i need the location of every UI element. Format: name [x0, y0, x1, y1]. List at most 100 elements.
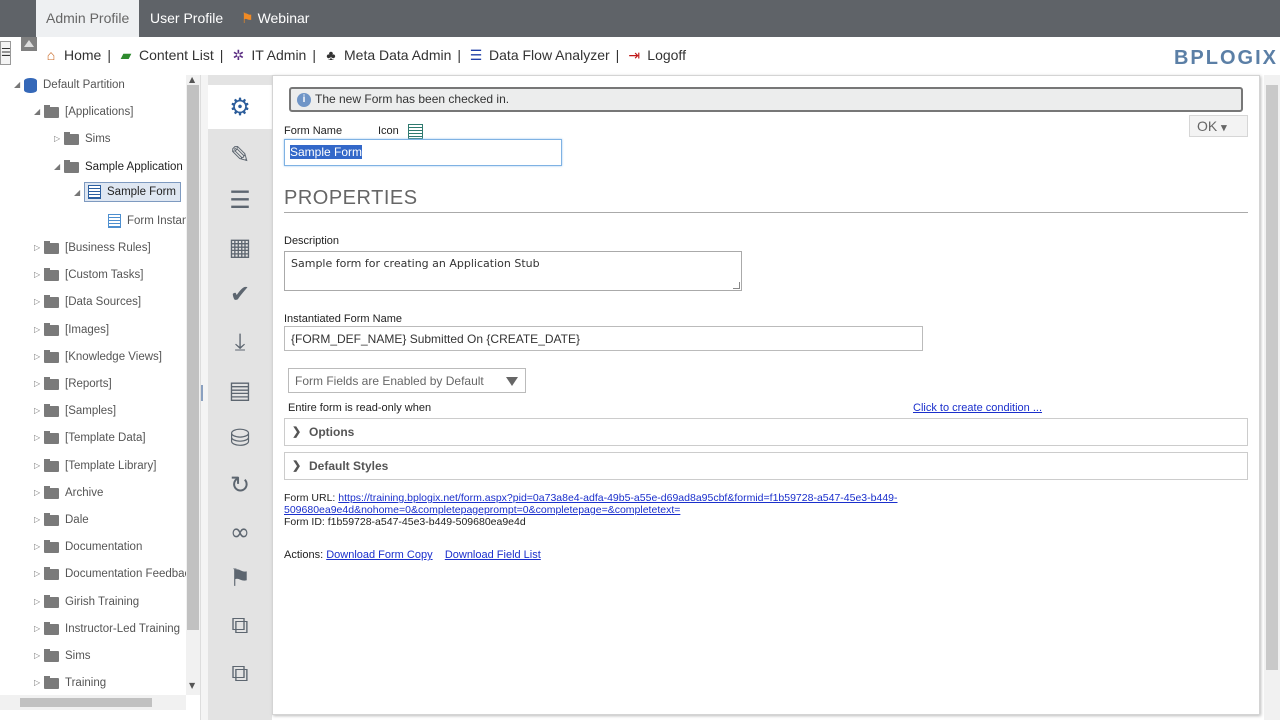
tab-user-profile[interactable]: User Profile [140, 0, 233, 37]
pane-splitter[interactable] [200, 75, 208, 720]
form-icon-picker[interactable] [408, 124, 423, 139]
import-icon[interactable]: ⤓ [208, 319, 272, 365]
edit-icon[interactable]: ✎ [208, 132, 272, 178]
scroll-down-icon[interactable]: ▼ [189, 681, 195, 690]
tree-node-folder[interactable]: ▷ [Template Library] [34, 456, 156, 476]
tree-node-sims[interactable]: ▷ Sims [54, 129, 111, 149]
form-fields-enabled-select[interactable]: Form Fields are Enabled by Default [288, 368, 526, 393]
collapsed-icon[interactable]: ▷ [34, 374, 44, 394]
list-icon[interactable]: ☰ [208, 177, 272, 223]
tab-webinar[interactable]: ⚑ Webinar [231, 0, 319, 37]
database-add-icon[interactable]: ⛁ [208, 415, 272, 461]
gear-icon: ✲ [232, 46, 245, 63]
tree-node-sample-application[interactable]: ◢ Sample Application [54, 157, 183, 177]
nav-separator: | [457, 47, 462, 63]
nav-meta-data-admin[interactable]: ♣ Meta Data Admin [322, 47, 451, 63]
tab-admin-profile[interactable]: Admin Profile [36, 0, 140, 37]
collapsed-icon[interactable]: ▷ [34, 292, 44, 312]
collapsed-icon[interactable]: ▷ [34, 347, 44, 367]
tree-node-folder[interactable]: ▷ [Knowledge Views] [34, 347, 162, 367]
nav-logoff[interactable]: ⇥ Logoff [625, 47, 686, 64]
resize-handle[interactable] [733, 282, 740, 289]
tree-horizontal-scrollbar[interactable] [0, 695, 186, 710]
settings-gear-icon[interactable]: ⚙ [208, 85, 272, 129]
actions-row: Actions: Download Form Copy Download Fie… [284, 549, 541, 561]
default-styles-accordion[interactable]: ❯ Default Styles [284, 452, 1248, 480]
tree-node-sample-form-selected[interactable]: Sample Form [84, 182, 182, 202]
tree-node-folder[interactable]: ▷ [Samples] [34, 401, 116, 421]
tree-node-folder[interactable]: ▷ [Template Data] [34, 428, 146, 448]
collapse-header-button[interactable] [21, 37, 37, 51]
tree-node-folder[interactable]: ▷ Documentation Feedback [34, 564, 186, 584]
form-name-input[interactable]: Sample Form [284, 139, 562, 166]
collapsed-icon[interactable]: ▷ [34, 456, 44, 476]
ok-button[interactable]: OK ▾ [1189, 115, 1248, 137]
tree-node-folder[interactable]: ▷ [Images] [34, 320, 109, 340]
expanded-icon[interactable]: ◢ [14, 75, 24, 95]
copy-icon[interactable]: ⧉ [208, 602, 272, 648]
options-accordion[interactable]: ❯ Options [284, 418, 1248, 446]
tree-node-sample-form[interactable]: ◢ [74, 183, 84, 203]
tree-node-form-instances[interactable]: Form Instances [108, 211, 186, 231]
collapsed-icon[interactable]: ▷ [54, 129, 64, 149]
expanded-icon[interactable]: ◢ [54, 157, 64, 177]
collapsed-icon[interactable]: ▷ [34, 265, 44, 285]
tree-node-folder[interactable]: ▷ [Business Rules] [34, 238, 151, 258]
scroll-thumb[interactable] [1266, 85, 1278, 670]
nav-home[interactable]: ⌂ Home [42, 47, 102, 63]
download-form-copy-link[interactable]: Download Form Copy [326, 549, 432, 561]
form-url-label: Form URL: [284, 492, 336, 504]
tree-node-folder[interactable]: ▷ [Data Sources] [34, 292, 141, 312]
splitter-grip[interactable] [201, 385, 207, 401]
scroll-thumb[interactable] [20, 698, 152, 707]
collapsed-icon[interactable]: ▷ [34, 320, 44, 340]
tree-node-folder[interactable]: ▷ Archive [34, 483, 103, 503]
duplicate-icon[interactable]: ⧉ [208, 650, 272, 696]
collapsed-icon[interactable]: ▷ [34, 537, 44, 557]
form-list-icon[interactable]: ▤ [208, 367, 272, 413]
nav-it-admin[interactable]: ✲ IT Admin [229, 47, 306, 64]
collapsed-icon[interactable]: ▷ [34, 428, 44, 448]
form-url-link[interactable]: https://training.bplogix.net/form.aspx?p… [338, 492, 897, 504]
description-textarea[interactable]: Sample form for creating an Application … [284, 251, 742, 291]
collapsed-icon[interactable]: ▷ [34, 564, 44, 584]
collapsed-icon[interactable]: ▷ [34, 592, 44, 612]
collapsed-icon[interactable]: ▷ [34, 646, 44, 666]
expanded-icon[interactable]: ◢ [74, 183, 84, 203]
collapsed-icon[interactable]: ▷ [34, 673, 44, 693]
tree-node-folder[interactable]: ▷ [Reports] [34, 374, 112, 394]
collapsed-icon[interactable]: ▷ [34, 510, 44, 530]
collapsed-icon[interactable]: ▷ [34, 238, 44, 258]
table-icon[interactable]: ▦ [208, 224, 272, 270]
link-icon[interactable]: ∞ [208, 509, 272, 555]
nav-data-flow-analyzer[interactable]: ☰ Data Flow Analyzer [467, 47, 610, 64]
scroll-up-icon[interactable]: ▲ [189, 75, 195, 84]
tree-node-folder[interactable]: ▷ Dale [34, 510, 89, 530]
tree-node-folder[interactable]: ▷ Documentation [34, 537, 142, 557]
collapsed-icon[interactable]: ▷ [34, 619, 44, 639]
tree-node-folder[interactable]: ▷ Instructor-Led Training [34, 619, 180, 639]
tree-node-folder[interactable]: ▷ Sims [34, 646, 91, 666]
form-url-link-cont[interactable]: 509680ea9e4d&nohome=0&completepageprompt… [284, 504, 680, 516]
scroll-thumb[interactable] [187, 85, 199, 630]
tree-vertical-scrollbar[interactable]: ▲ ▼ [186, 75, 200, 695]
flag-icon[interactable]: ⚑ [208, 555, 272, 601]
nav-content-list[interactable]: ▰ Content List [117, 47, 214, 64]
tree-node-label: [Samples] [65, 405, 117, 417]
window-scrollbar[interactable] [1264, 75, 1280, 720]
tree-node-label: Training [65, 677, 107, 689]
menu-toggle-button[interactable]: ☰ [0, 41, 11, 65]
tree-node-folder[interactable]: ▷ [Custom Tasks] [34, 265, 143, 285]
tree-node-applications[interactable]: ◢ [Applications] [34, 102, 133, 122]
create-condition-link[interactable]: Click to create condition ... [913, 402, 1042, 414]
expanded-icon[interactable]: ◢ [34, 102, 44, 122]
tree-node-folder[interactable]: ▷ Girish Training [34, 592, 139, 612]
collapsed-icon[interactable]: ▷ [34, 401, 44, 421]
instantiated-form-name-input[interactable]: {FORM_DEF_NAME} Submitted On {CREATE_DAT… [284, 326, 923, 351]
refresh-clock-icon[interactable]: ↻ [208, 462, 272, 508]
collapsed-icon[interactable]: ▷ [34, 483, 44, 503]
checkmark-icon[interactable]: ✔ [208, 271, 272, 317]
tree-node-folder[interactable]: ▷ Training [34, 673, 106, 693]
download-field-list-link[interactable]: Download Field List [445, 549, 541, 561]
tree-node-default-partition[interactable]: ◢ Default Partition [14, 75, 125, 95]
